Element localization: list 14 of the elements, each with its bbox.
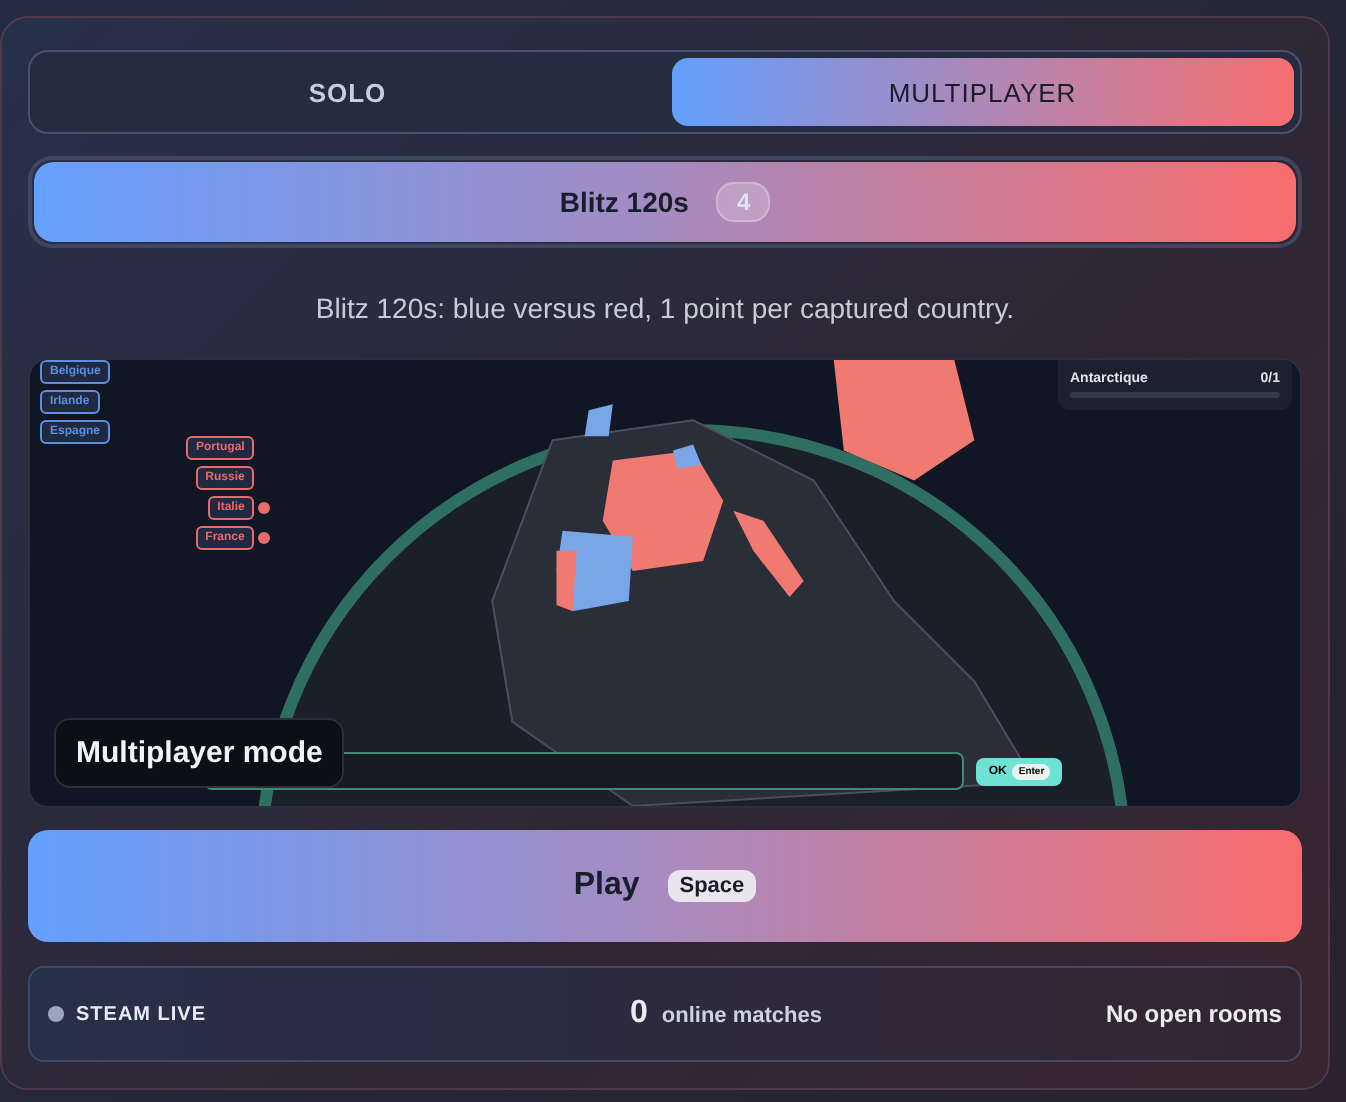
play-button[interactable]: Play Space xyxy=(28,830,1302,942)
mode-button[interactable]: Blitz 120s 4 xyxy=(34,162,1296,242)
count-badge: 4 xyxy=(716,182,771,222)
match-count: 0 xyxy=(630,996,648,1032)
key-hint: Space xyxy=(667,870,757,902)
rooms-status: No open rooms xyxy=(1105,1000,1282,1028)
marker-icon xyxy=(258,532,271,544)
mode-description: Blitz 120s: blue versus red, 1 point per captured country. xyxy=(313,292,1017,324)
mode-label: Multiplayer mode xyxy=(54,718,345,788)
match-label: online matches xyxy=(661,1004,822,1028)
tab[interactable]: SOLO xyxy=(36,58,659,126)
marker-icon xyxy=(258,502,271,514)
status-label: STEAM LIVE xyxy=(76,1003,207,1025)
tab[interactable]: MULTIPLAYER xyxy=(671,58,1294,126)
